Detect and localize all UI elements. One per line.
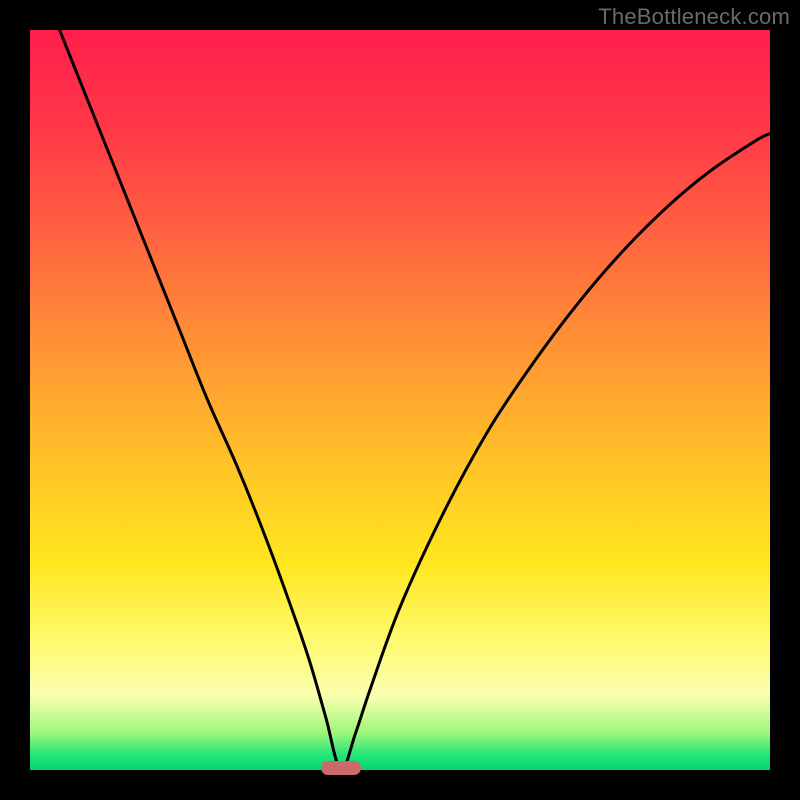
watermark-text: TheBottleneck.com — [598, 4, 790, 30]
chart-frame: TheBottleneck.com — [0, 0, 800, 800]
balance-marker — [321, 761, 361, 775]
plot-area — [30, 30, 770, 770]
bottleneck-curve — [30, 30, 770, 770]
